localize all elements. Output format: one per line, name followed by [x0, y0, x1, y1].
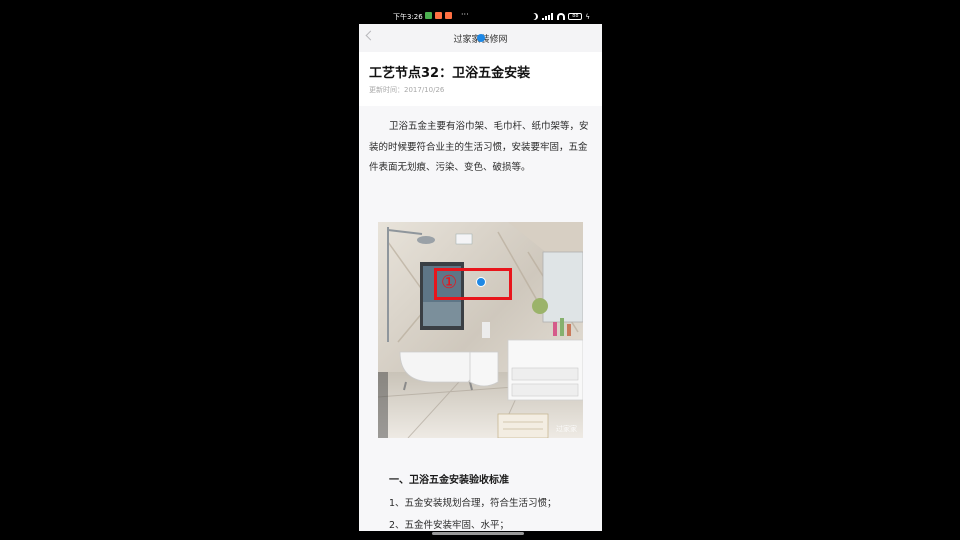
list-item: 2、五金件安装牢固、水平； — [389, 520, 510, 531]
status-icons: 88 ϟ — [530, 12, 590, 21]
bathroom-photo-image — [378, 222, 583, 438]
status-time: 下午3:26 — [393, 13, 423, 21]
article-body: 卫浴五金主要有浴巾架、毛巾杆、纸巾架等，安装的时候要符合业主的生活习惯，安装要牢… — [359, 106, 602, 531]
article-title: 工艺节点32：卫浴五金安装 — [369, 66, 531, 81]
status-bar: 下午3:26 ··· 88 ϟ — [359, 0, 602, 24]
highlight-label: ① — [441, 272, 458, 293]
home-indicator[interactable] — [432, 532, 524, 535]
bathroom-photo[interactable]: 过家家 — [378, 222, 583, 438]
more-notifications-icon: ··· — [461, 10, 469, 19]
touch-indicator-dot — [476, 277, 486, 287]
do-not-disturb-icon — [530, 12, 539, 21]
battery-icon: 88 — [568, 13, 583, 20]
article-header: 工艺节点32：卫浴五金安装 更新时间：2017/10/26 — [359, 52, 602, 104]
signal-icon — [542, 13, 554, 20]
update-time: 更新时间：2017/10/26 — [369, 86, 445, 94]
photo-watermark: 过家家 — [556, 425, 577, 433]
list-item: 1、五金安装规划合理，符合生活习惯； — [389, 498, 557, 509]
app-notification-icon — [435, 12, 442, 19]
article-paragraph: 卫浴五金主要有浴巾架、毛巾杆、纸巾架等，安装的时候要符合业主的生活习惯，安装要牢… — [369, 121, 589, 173]
nav-bar: 过家家装修网 — [359, 24, 602, 52]
app-notification-icon — [445, 12, 452, 19]
charging-icon: ϟ — [585, 12, 590, 21]
phone-screen: 下午3:26 ··· 88 ϟ 过家家装修网 工艺节点32：卫浴五金安装 更新时… — [359, 0, 602, 531]
section-title: 一、卫浴五金安装验收标准 — [389, 475, 509, 486]
app-notification-icon — [425, 12, 432, 19]
touch-indicator-dot — [477, 34, 485, 42]
wifi-icon — [557, 13, 566, 20]
